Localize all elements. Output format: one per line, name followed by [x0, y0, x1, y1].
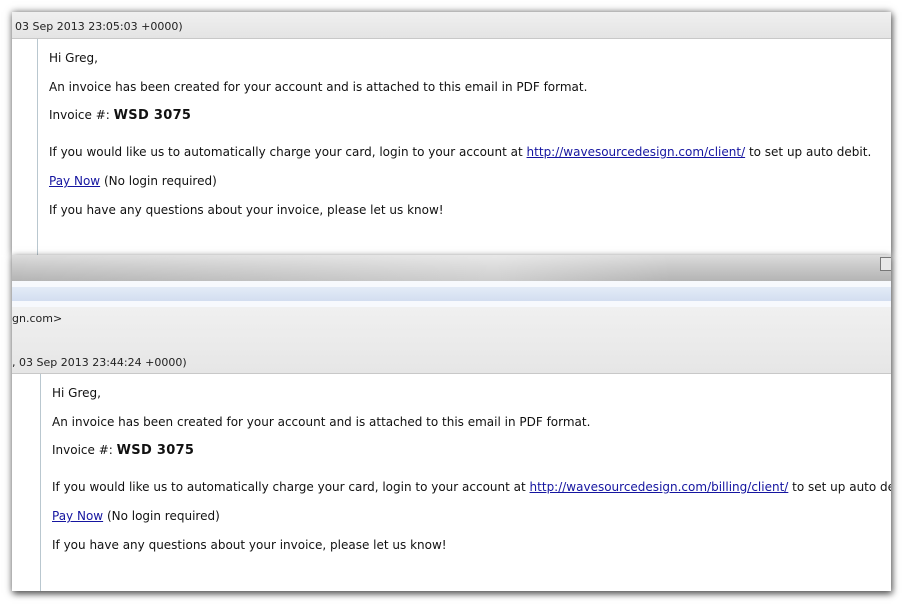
pay-now-line: Pay Now (No login required) — [49, 174, 217, 188]
invoice-number-line: Invoice #: WSD 3075 — [49, 108, 191, 123]
pay-now-link[interactable]: Pay Now — [52, 509, 103, 523]
auto-charge-before: If you would like us to automatically ch… — [52, 480, 526, 494]
invoice-number: WSD 3075 — [113, 108, 192, 123]
invoice-label: Invoice #: — [49, 108, 110, 122]
questions-text: If you have any questions about your inv… — [49, 203, 444, 217]
no-login-text: (No login required) — [106, 509, 220, 523]
client-link[interactable]: http://wavesourcedesign.com/client/ — [527, 145, 746, 159]
pay-now-line: Pay Now (No login required) — [52, 509, 220, 523]
greeting: Hi Greg, — [52, 386, 101, 400]
email-header: 03 Sep 2013 23:05:03 +0000) — [12, 12, 891, 39]
invoice-created-text: An invoice has been created for your acc… — [49, 80, 588, 94]
no-login-text: (No login required) — [103, 174, 217, 188]
invoice-created-text: An invoice has been created for your acc… — [52, 415, 591, 429]
window-control-button[interactable] — [880, 257, 891, 271]
email-date: , 03 Sep 2013 23:44:24 +0000) — [12, 356, 187, 369]
body-left-border — [40, 374, 41, 591]
auto-charge-after: to set up auto debit. — [792, 480, 891, 494]
pay-now-link[interactable]: Pay Now — [49, 174, 100, 188]
from-address: gn.com> — [12, 312, 63, 325]
invoice-number-line: Invoice #: WSD 3075 — [52, 443, 194, 458]
billing-client-link[interactable]: http://wavesourcedesign.com/billing/clie… — [530, 480, 789, 494]
questions-text: If you have any questions about your inv… — [52, 538, 447, 552]
invoice-label: Invoice #: — [52, 443, 113, 457]
toolbar-band — [12, 287, 891, 301]
email-body: Hi Greg, An invoice has been created for… — [12, 39, 891, 255]
message-content: Hi Greg, An invoice has been created for… — [52, 374, 891, 591]
auto-charge-before: If you would like us to automatically ch… — [49, 145, 523, 159]
email-date: 03 Sep 2013 23:05:03 +0000) — [15, 20, 183, 33]
message-content: Hi Greg, An invoice has been created for… — [49, 39, 891, 255]
toolbar — [12, 281, 891, 308]
auto-charge-text: If you would like us to automatically ch… — [52, 480, 891, 494]
window-titlebar[interactable] — [12, 255, 891, 282]
auto-charge-after: to set up auto debit. — [748, 145, 872, 159]
greeting: Hi Greg, — [49, 51, 98, 65]
auto-charge-text: If you would like us to automatically ch… — [49, 145, 871, 159]
email-window-2: gn.com> , 03 Sep 2013 23:44:24 +0000) Hi… — [12, 255, 891, 591]
body-left-border — [37, 39, 38, 255]
invoice-number: WSD 3075 — [116, 443, 195, 458]
email-body: Hi Greg, An invoice has been created for… — [12, 374, 891, 591]
email-header: gn.com> , 03 Sep 2013 23:44:24 +0000) — [12, 307, 891, 374]
email-window-1: 03 Sep 2013 23:05:03 +0000) Hi Greg, An … — [12, 12, 891, 255]
